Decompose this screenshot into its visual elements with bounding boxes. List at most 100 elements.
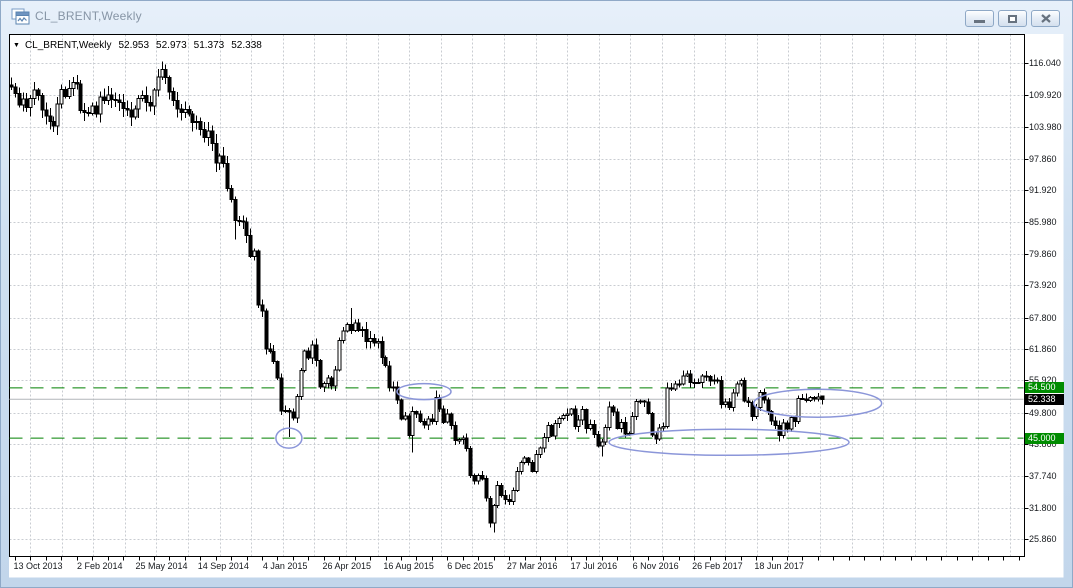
candle-body [446, 414, 449, 422]
candle-body [400, 400, 403, 419]
candle-body [813, 397, 816, 399]
candle-body [45, 110, 48, 116]
candle-body [450, 414, 453, 426]
candle-body [612, 407, 615, 412]
candle-body [392, 387, 395, 388]
candle-body [292, 412, 295, 418]
candle-body [296, 396, 299, 418]
candle-body [253, 251, 256, 256]
candle-body [25, 99, 28, 107]
candle-body [516, 471, 519, 490]
chart-window: CL_BRENT,Weekly ▼CL_BRENT,Weekly52.95352… [0, 0, 1073, 588]
candle-body [489, 498, 492, 523]
candle-body [639, 401, 642, 402]
candle-body [288, 411, 291, 413]
candle-body [369, 338, 372, 341]
candle-body [180, 109, 183, 112]
candle-body [381, 342, 384, 358]
candle-body [37, 90, 40, 95]
candle-body [338, 340, 341, 370]
candle-body [523, 458, 526, 462]
candle-body [52, 121, 55, 126]
candle-body [774, 421, 777, 425]
candle-body [504, 496, 507, 500]
candle-body [95, 106, 98, 114]
candle-body [419, 414, 422, 422]
candle-body [284, 411, 287, 412]
candle-body [68, 89, 71, 97]
candle-body [64, 90, 67, 97]
candle-body [485, 479, 488, 499]
candle-body [110, 95, 113, 100]
candle-body [249, 235, 252, 256]
candle-body [570, 409, 573, 414]
candle-body [508, 499, 511, 501]
candle-body [647, 402, 650, 413]
candle-body [427, 419, 430, 425]
candle-body [323, 384, 326, 387]
candle-body [207, 131, 210, 138]
candle-body [716, 380, 719, 381]
candle-body [682, 376, 685, 384]
candle-body [87, 112, 90, 113]
candle-body [520, 462, 523, 471]
candle-body [203, 130, 206, 138]
candle-body [736, 384, 739, 393]
candle-body [365, 329, 368, 341]
candle-body [539, 448, 542, 454]
candle-body [18, 93, 21, 105]
candle-body [805, 399, 808, 401]
candle-body [137, 99, 140, 110]
candle-body [500, 486, 503, 496]
candle-body [184, 110, 187, 113]
candle-body [809, 397, 812, 400]
candle-body [801, 399, 804, 400]
candle-body [361, 329, 364, 330]
candle-body [593, 424, 596, 434]
candle-body [724, 402, 727, 404]
candle-body [431, 419, 434, 422]
candle-body [493, 506, 496, 523]
candle-body [720, 381, 723, 405]
candle-body [199, 121, 202, 129]
candle-body [272, 352, 275, 362]
candle-body [496, 486, 499, 506]
candle-body [157, 77, 160, 90]
candle-body [666, 388, 669, 427]
candle-body [550, 425, 553, 436]
candle-body [126, 109, 129, 111]
candle-body [141, 95, 144, 98]
candle-body [473, 476, 476, 481]
candle-body [56, 104, 59, 126]
candle-body [620, 422, 623, 428]
candle-body [145, 95, 148, 102]
candle-body [83, 111, 86, 113]
chart-canvas[interactable] [1, 1, 1073, 588]
candle-body [315, 345, 318, 360]
candle-body [153, 90, 156, 106]
candle-body [14, 87, 17, 93]
candle-body [616, 412, 619, 428]
candle-body [265, 311, 268, 349]
candle-body [705, 376, 708, 377]
candle-body [234, 199, 237, 220]
candle-body [728, 402, 731, 407]
candle-body [122, 102, 125, 108]
candle-body [149, 102, 152, 106]
candle-body [33, 90, 36, 98]
candle-body [747, 401, 750, 403]
candle-body [276, 362, 279, 378]
candle-body [782, 423, 785, 436]
candle-body [230, 188, 233, 199]
candle-body [103, 97, 106, 101]
candle-body [168, 78, 171, 92]
candle-body [311, 345, 314, 358]
candle-body [678, 384, 681, 385]
candle-body [218, 156, 221, 163]
candle-body [469, 449, 472, 476]
candle-body [797, 399, 800, 422]
candle-body [597, 434, 600, 446]
candle-body [334, 370, 337, 386]
candle-body [357, 323, 360, 330]
candle-body [346, 325, 349, 331]
